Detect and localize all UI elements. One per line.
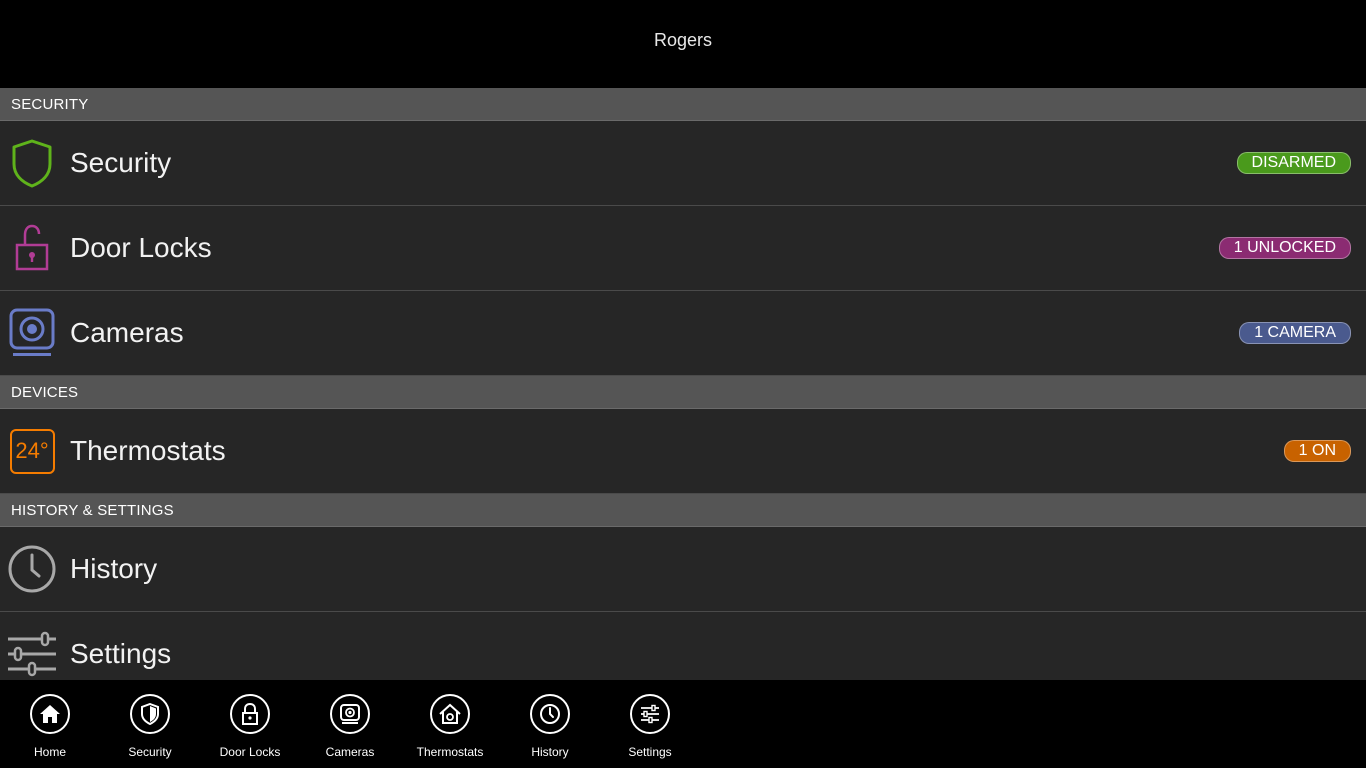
padlock-icon (230, 694, 270, 734)
home-icon (30, 694, 70, 734)
app-header: Rogers (0, 0, 1366, 88)
app-bar: Home Security Door Locks Cameras Thermos… (0, 680, 1366, 768)
thermostats-status-badge: 1 ON (1283, 440, 1351, 462)
cameras-label: Cameras (70, 317, 184, 348)
door-locks-row[interactable]: Door Locks 1 UNLOCKED (0, 206, 1366, 291)
appbar-cameras-button[interactable]: Cameras (300, 694, 400, 759)
appbar-thermostats-button[interactable]: Thermostats (400, 694, 500, 759)
cameras-status-badge: 1 CAMERA (1239, 322, 1351, 344)
house-thermostat-icon (430, 694, 470, 734)
security-label: Security (70, 147, 172, 178)
appbar-history-button[interactable]: History (500, 694, 600, 759)
cameras-row[interactable]: Cameras 1 CAMERA (0, 291, 1366, 376)
appbar-door-locks-button[interactable]: Door Locks (200, 694, 300, 759)
security-row[interactable]: Security DISARMED (0, 121, 1366, 206)
appbar-door-locks-label: Door Locks (219, 745, 281, 759)
sliders-icon (5, 627, 59, 680)
appbar-history-label: History (531, 745, 569, 759)
thermostat-icon: 24° (5, 424, 59, 478)
appbar-settings-button[interactable]: Settings (600, 694, 700, 759)
sliders-icon (630, 694, 670, 734)
door-locks-status-badge: 1 UNLOCKED (1218, 237, 1351, 259)
shield-icon (5, 136, 59, 190)
history-row[interactable]: History (0, 527, 1366, 612)
camera-icon (5, 306, 59, 360)
appbar-security-label: Security (128, 745, 172, 759)
appbar-security-button[interactable]: Security (100, 694, 200, 759)
appbar-cameras-label: Cameras (325, 745, 375, 759)
security-status-badge: DISARMED (1236, 152, 1351, 174)
page-title: Rogers (653, 29, 713, 50)
appbar-home-label: Home (33, 745, 66, 759)
settings-label: Settings (70, 638, 172, 669)
door-locks-label: Door Locks (70, 232, 212, 263)
clock-icon (530, 694, 570, 734)
section-header-history-settings: HISTORY & SETTINGS (0, 494, 1366, 527)
appbar-home-button[interactable]: Home (0, 694, 100, 759)
settings-row[interactable]: Settings (0, 612, 1366, 680)
appbar-settings-label: Settings (628, 745, 672, 759)
thermostat-temp: 24° (9, 428, 55, 474)
camera-icon (330, 694, 370, 734)
history-label: History (70, 553, 158, 584)
section-header-security: SECURITY (0, 88, 1366, 121)
appbar-thermostats-label: Thermostats (416, 745, 484, 759)
shield-icon (130, 694, 170, 734)
section-header-devices: DEVICES (0, 376, 1366, 409)
thermostats-label: Thermostats (70, 435, 226, 466)
clock-icon (5, 542, 59, 596)
thermostats-row[interactable]: 24° Thermostats 1 ON (0, 409, 1366, 494)
padlock-open-icon (5, 221, 59, 275)
main-list: SECURITY Security DISARMED Door Locks 1 … (0, 88, 1366, 680)
